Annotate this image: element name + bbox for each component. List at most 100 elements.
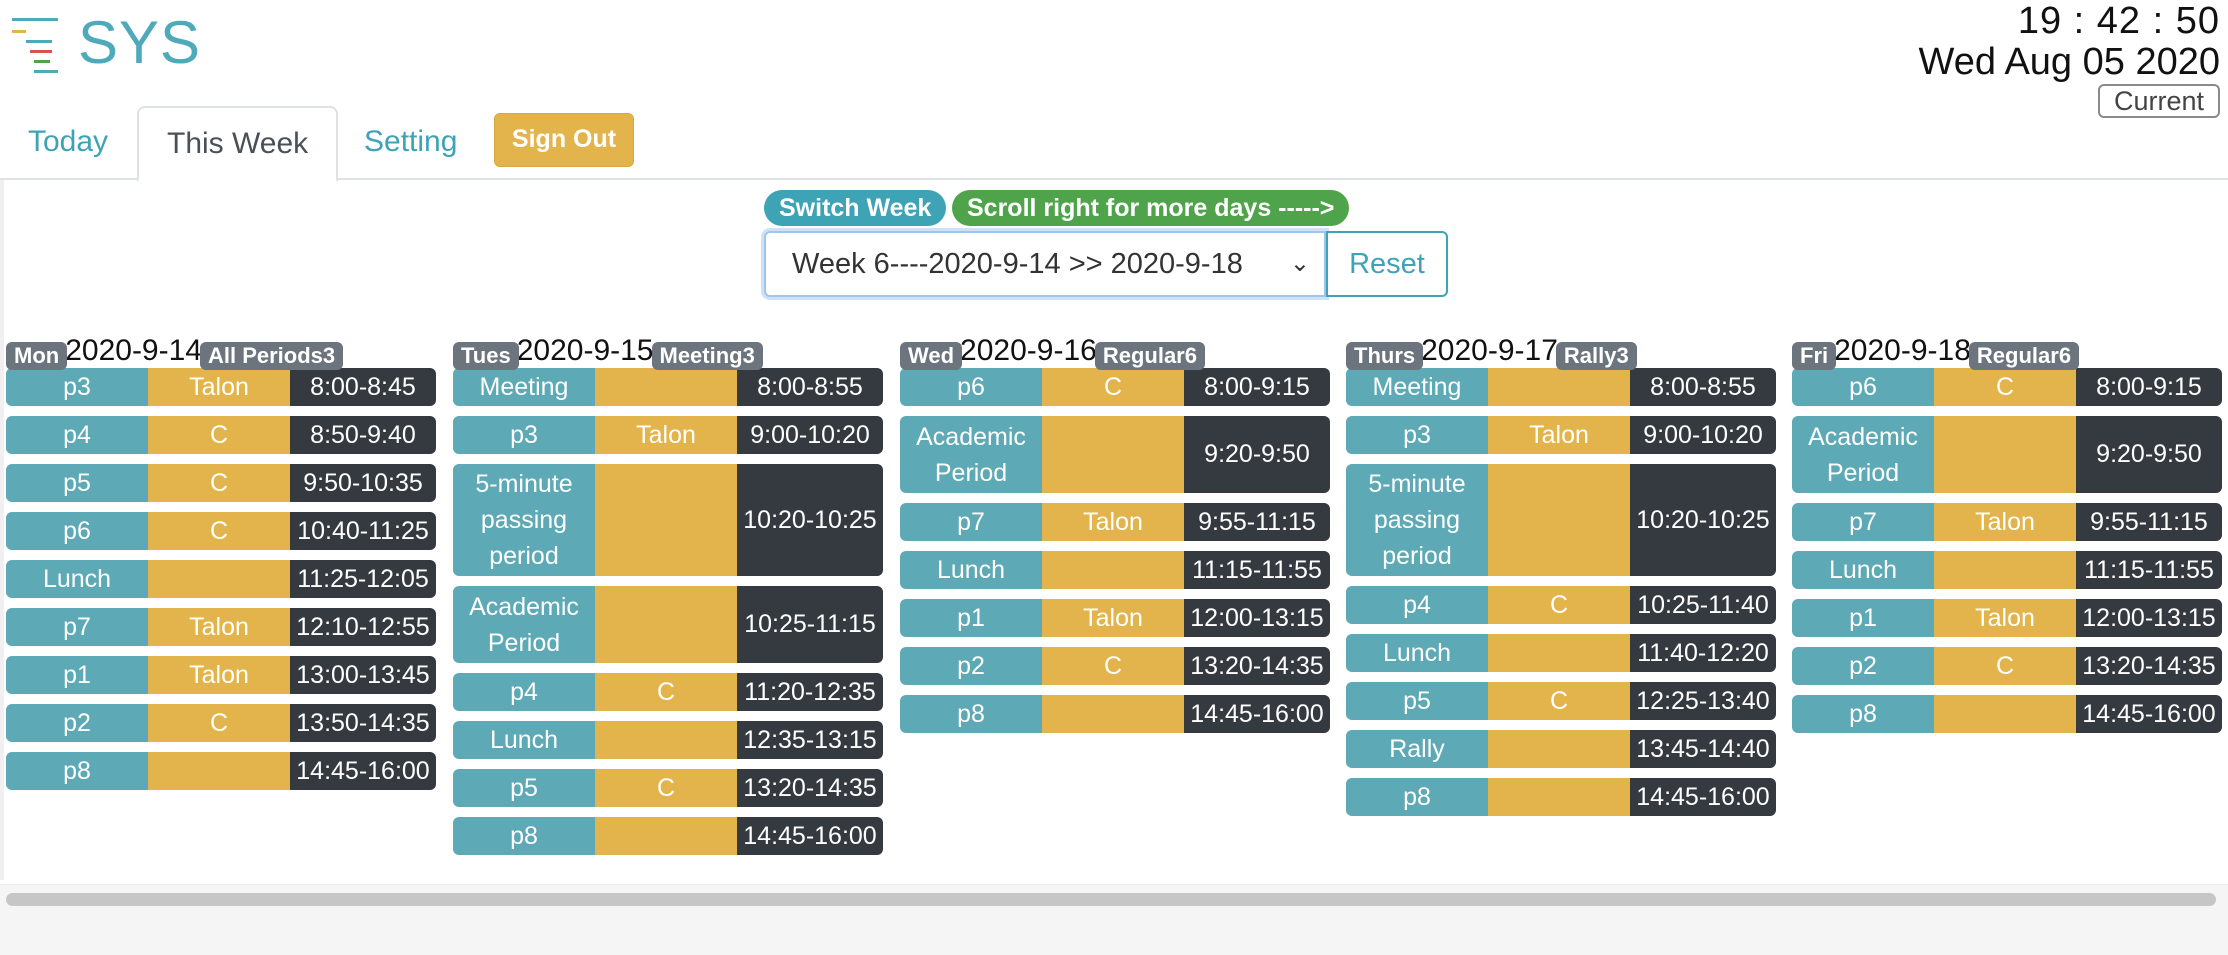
- tab-today[interactable]: Today: [0, 106, 136, 178]
- period-row: Meeting 8:00-8:55: [453, 368, 883, 406]
- period-row: p1 Talon 12:00-13:15: [900, 599, 1330, 637]
- period-row: p1 Talon 13:00-13:45: [6, 656, 436, 694]
- period-time: 9:50-10:35: [290, 464, 436, 502]
- period-time: 10:40-11:25: [290, 512, 436, 550]
- period-time: 10:20-10:25: [737, 464, 883, 576]
- tab-this-week[interactable]: This Week: [137, 106, 339, 182]
- class-name: [1488, 730, 1630, 768]
- clock-date: Wed Aug 05 2020: [1918, 41, 2220, 83]
- period-name: Lunch: [6, 560, 148, 598]
- class-name: C: [1042, 647, 1184, 685]
- sign-out-button[interactable]: Sign Out: [494, 113, 634, 167]
- class-name: [595, 586, 737, 663]
- period-name: p2: [6, 704, 148, 742]
- period-time: 9:55-11:15: [1184, 503, 1330, 541]
- period-name: p4: [6, 416, 148, 454]
- period-row: p4 C 10:25-11:40: [1346, 586, 1776, 624]
- period-row: Meeting 8:00-8:55: [1346, 368, 1776, 406]
- menu-list-icon[interactable]: [12, 16, 62, 74]
- day-column-fri: Fri 2020-9-18 Regular6 p6 C 8:00-9:15 Academ…: [1792, 334, 2222, 743]
- period-name: p5: [1346, 682, 1488, 720]
- day-column-tues: Tues 2020-9-15 Meeting3 Meeting 8:00-8:55 p…: [453, 334, 883, 865]
- period-name: p1: [1792, 599, 1934, 637]
- class-name: Talon: [1934, 503, 2076, 541]
- period-row: Lunch 12:35-13:15: [453, 721, 883, 759]
- class-name: C: [148, 416, 290, 454]
- period-name: p7: [900, 503, 1042, 541]
- period-time: 8:50-9:40: [290, 416, 436, 454]
- period-name: p4: [453, 673, 595, 711]
- period-row: p2 C 13:50-14:35: [6, 704, 436, 742]
- period-row: Lunch 11:25-12:05: [6, 560, 436, 598]
- period-name: Rally: [1346, 730, 1488, 768]
- period-row: 5-minute passing period 10:20-10:25: [453, 464, 883, 576]
- period-name: p8: [900, 695, 1042, 733]
- class-name: Talon: [1488, 416, 1630, 454]
- period-row: Academic Period 9:20-9:50: [1792, 416, 2222, 493]
- class-name: [1488, 368, 1630, 406]
- day-header: Fri 2020-9-18 Regular6: [1792, 334, 2222, 370]
- class-name: [148, 752, 290, 790]
- class-name: Talon: [148, 368, 290, 406]
- period-name: Lunch: [1792, 551, 1934, 589]
- day-header: Wed 2020-9-16 Regular6: [900, 334, 1330, 370]
- period-name: p8: [6, 752, 148, 790]
- class-name: Talon: [1042, 599, 1184, 637]
- period-name: p8: [1346, 778, 1488, 816]
- period-row: p7 Talon 12:10-12:55: [6, 608, 436, 646]
- period-time: 12:00-13:15: [1184, 599, 1330, 637]
- class-name: [1042, 416, 1184, 493]
- week-schedule: Mon 2020-9-14 All Periods3 p3 Talon 8:00-8:4…: [0, 334, 2228, 874]
- period-name: p6: [6, 512, 148, 550]
- period-time: 13:50-14:35: [290, 704, 436, 742]
- period-time: 11:20-12:35: [737, 673, 883, 711]
- period-name: p2: [900, 647, 1042, 685]
- period-time: 12:35-13:15: [737, 721, 883, 759]
- period-time: 8:00-9:15: [1184, 368, 1330, 406]
- period-row: p5 C 12:25-13:40: [1346, 682, 1776, 720]
- period-name: Academic Period: [1792, 416, 1934, 493]
- schedule-type-badge: Rally3: [1555, 342, 1637, 370]
- period-row: p5 C 13:20-14:35: [453, 769, 883, 807]
- period-row: Academic Period 10:25-11:15: [453, 586, 883, 663]
- period-time: 14:45-16:00: [1630, 778, 1776, 816]
- tab-setting[interactable]: Setting: [336, 106, 485, 178]
- period-row: p1 Talon 12:00-13:15: [1792, 599, 2222, 637]
- class-name: [595, 817, 737, 855]
- class-name: C: [1934, 368, 2076, 406]
- class-name: Talon: [595, 416, 737, 454]
- clock-time: 19 : 42 : 50: [2017, 0, 2220, 42]
- period-name: p1: [6, 656, 148, 694]
- period-name: p3: [1346, 416, 1488, 454]
- class-name: Talon: [148, 608, 290, 646]
- period-row: p8 14:45-16:00: [1346, 778, 1776, 816]
- class-name: [1934, 695, 2076, 733]
- day-column-thurs: Thurs 2020-9-17 Rally3 Meeting 8:00-8:55 p3…: [1346, 334, 1776, 826]
- horizontal-scrollbar[interactable]: [6, 893, 2216, 906]
- period-row: p4 C 11:20-12:35: [453, 673, 883, 711]
- period-time: 14:45-16:00: [1184, 695, 1330, 733]
- period-time: 12:10-12:55: [290, 608, 436, 646]
- period-row: Lunch 11:15-11:55: [900, 551, 1330, 589]
- class-name: C: [1934, 647, 2076, 685]
- day-date: 2020-9-16: [960, 334, 1097, 367]
- class-name: Talon: [1934, 599, 2076, 637]
- period-name: p7: [1792, 503, 1934, 541]
- day-name-badge: Wed: [900, 342, 963, 370]
- class-name: [1934, 551, 2076, 589]
- period-time: 11:25-12:05: [290, 560, 436, 598]
- week-select[interactable]: Week 6----2020-9-14 >> 2020-9-18 ⌄: [764, 231, 1326, 297]
- class-name: C: [148, 512, 290, 550]
- day-column-mon: Mon 2020-9-14 All Periods3 p3 Talon 8:00-8:4…: [6, 334, 436, 800]
- app-title: SYS: [78, 9, 202, 76]
- period-row: p2 C 13:20-14:35: [1792, 647, 2222, 685]
- class-name: Talon: [148, 656, 290, 694]
- day-header: Thurs 2020-9-17 Rally3: [1346, 334, 1776, 370]
- schedule-type-badge: Meeting3: [651, 342, 763, 370]
- reset-button[interactable]: Reset: [1326, 231, 1448, 297]
- period-time: 13:20-14:35: [1184, 647, 1330, 685]
- period-row: p8 14:45-16:00: [453, 817, 883, 855]
- class-name: [1488, 634, 1630, 672]
- class-name: [595, 721, 737, 759]
- class-name: C: [1488, 586, 1630, 624]
